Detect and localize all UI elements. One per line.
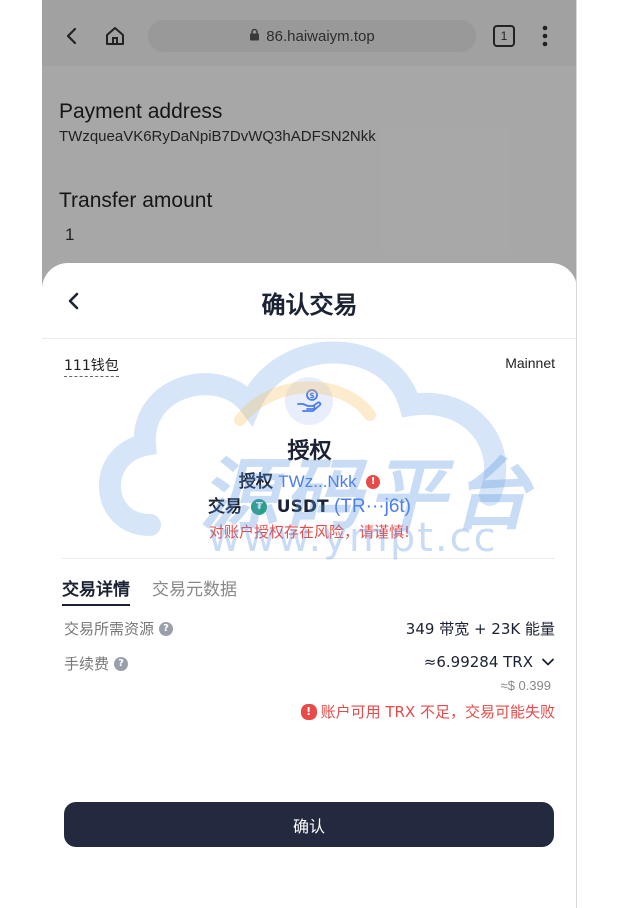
phone-frame: 86.haiwaiym.top 1 Payment address TWzque… (42, 0, 577, 908)
wallet-name[interactable]: 111钱包 (64, 355, 119, 377)
authorize-address[interactable]: TWz...Nkk (278, 472, 356, 491)
trade-token: USDT (276, 497, 329, 517)
fee-label: 手续费 (64, 655, 110, 673)
trade-line: 交易 ₮ USDT (TR···j6t) (42, 492, 576, 518)
trade-token-address[interactable]: (TR···j6t) (334, 496, 411, 517)
insufficient-text: 账户可用 TRX 不足，交易可能失败 (320, 703, 555, 721)
risk-warning: 对账户授权存在风险，请谨慎! (208, 523, 410, 541)
fee-row-label: 手续费 ? (64, 653, 129, 674)
sheet-header: 确认交易 (42, 263, 576, 339)
hand-coin-icon: $ (285, 377, 333, 425)
action-title: 授权 (287, 439, 332, 464)
chevron-down-icon (541, 655, 555, 669)
fee-usd: ≈$ 0.399 (500, 678, 551, 693)
sheet-title: 确认交易 (261, 291, 358, 319)
svg-text:$: $ (309, 391, 315, 400)
confirm-button[interactable]: 确认 (64, 802, 554, 847)
tether-icon: ₮ (251, 499, 268, 515)
detail-tabs: 交易详情 交易元数据 (62, 575, 237, 606)
resource-row-label: 交易所需资源 ? (64, 618, 174, 639)
resource-value: 349 带宽 + 23K 能量 (405, 620, 555, 638)
resource-label: 交易所需资源 (64, 620, 155, 638)
trade-label: 交易 (207, 497, 242, 517)
tab-transaction-details[interactable]: 交易详情 (62, 575, 130, 606)
authorize-label: 授权 (238, 472, 273, 492)
confirm-transaction-sheet: 确认交易 111钱包 Mainnet $ 授权 授权 TWz...Nkk ! 交… (42, 263, 576, 908)
network-label: Mainnet (505, 355, 555, 371)
help-icon[interactable]: ? (159, 621, 174, 636)
error-icon: ! (300, 703, 317, 720)
authorize-line: 授权 TWz...Nkk ! (42, 467, 576, 492)
section-divider (62, 558, 555, 559)
warning-icon: ! (366, 475, 381, 489)
fee-value-toggle[interactable]: ≈6.99284 TRX (424, 653, 555, 671)
tab-transaction-metadata[interactable]: 交易元数据 (152, 575, 237, 606)
fee-value: ≈6.99284 TRX (423, 653, 533, 671)
help-icon[interactable]: ? (114, 656, 129, 671)
insufficient-balance-warning: ! 账户可用 TRX 不足，交易可能失败 (300, 701, 555, 722)
